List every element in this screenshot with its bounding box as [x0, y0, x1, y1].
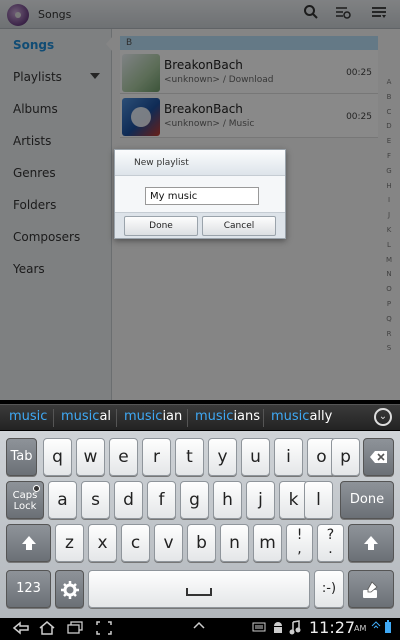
- keyboard: Tab q w e r t y u i o p Caps Lock a s d …: [0, 431, 400, 618]
- key-question-period[interactable]: ? .: [317, 524, 344, 562]
- battery-icon: [384, 620, 392, 637]
- suggestion-item[interactable]: musician: [124, 409, 182, 424]
- shift-arrow-icon: [364, 536, 378, 550]
- backspace-key[interactable]: [363, 438, 394, 476]
- key-d[interactable]: d: [114, 481, 143, 519]
- pen-icon: [363, 581, 378, 598]
- android-icon: [272, 620, 284, 637]
- key-w[interactable]: w: [76, 438, 105, 476]
- space-key[interactable]: [88, 570, 310, 608]
- key-u[interactable]: u: [241, 438, 270, 476]
- recent-apps-icon[interactable]: [66, 620, 84, 639]
- divider: [263, 409, 264, 427]
- shift-key-right[interactable]: [348, 524, 394, 562]
- system-navigation-bar: 11:27 AM: [0, 618, 400, 640]
- divider: [116, 409, 117, 427]
- cancel-button[interactable]: Cancel: [202, 216, 276, 236]
- key-z[interactable]: z: [55, 524, 84, 562]
- key-s[interactable]: s: [81, 481, 110, 519]
- key-y[interactable]: y: [208, 438, 237, 476]
- status-ampm: AM: [354, 624, 367, 633]
- dialog-title: New playlist: [134, 158, 189, 168]
- status-clock: 11:27: [309, 618, 356, 637]
- handwriting-key[interactable]: [348, 570, 394, 608]
- backspace-icon: [369, 451, 387, 463]
- key-l[interactable]: l: [304, 481, 333, 519]
- caps-lock-indicator: [33, 485, 40, 492]
- screenshot-icon[interactable]: [95, 620, 113, 639]
- music-app: Songs Songs Playlists Albums Artists Gen…: [0, 0, 400, 400]
- key-n[interactable]: n: [220, 524, 249, 562]
- key-p[interactable]: p: [331, 438, 360, 476]
- key-a[interactable]: a: [48, 481, 77, 519]
- key-f[interactable]: f: [147, 481, 176, 519]
- key-m[interactable]: m: [253, 524, 282, 562]
- space-bar-icon: [186, 588, 212, 596]
- key-r[interactable]: r: [142, 438, 171, 476]
- key-e[interactable]: e: [109, 438, 138, 476]
- key-i[interactable]: i: [274, 438, 303, 476]
- key-b[interactable]: b: [187, 524, 216, 562]
- settings-key[interactable]: [55, 570, 84, 608]
- done-key[interactable]: Done: [340, 481, 394, 519]
- key-exclaim-comma[interactable]: ! ,: [286, 524, 313, 562]
- key-j[interactable]: j: [246, 481, 275, 519]
- collapse-suggestions-icon[interactable]: ⌄: [374, 408, 392, 426]
- key-c[interactable]: c: [121, 524, 150, 562]
- key-t[interactable]: t: [175, 438, 204, 476]
- suggestion-item[interactable]: musical: [61, 409, 111, 424]
- key-x[interactable]: x: [88, 524, 117, 562]
- shift-key-left[interactable]: [6, 524, 51, 562]
- back-icon[interactable]: [12, 620, 32, 639]
- playlist-name-input[interactable]: [145, 187, 259, 205]
- key-g[interactable]: g: [180, 481, 209, 519]
- suggestion-bar: music musical musician musicians musical…: [0, 404, 400, 430]
- keyboard-status-icon: [252, 620, 266, 635]
- smiley-key[interactable]: :-): [314, 570, 344, 608]
- wifi-icon: [371, 620, 381, 637]
- chevron-up-icon[interactable]: [193, 620, 205, 634]
- suggestion-item[interactable]: musicians: [195, 409, 260, 424]
- symbols-key[interactable]: 123: [6, 570, 51, 608]
- shift-arrow-icon: [21, 536, 36, 550]
- key-q[interactable]: q: [43, 438, 72, 476]
- key-v[interactable]: v: [154, 524, 183, 562]
- music-note-icon: [289, 620, 301, 639]
- caps-lock-key[interactable]: Caps Lock: [6, 481, 44, 519]
- new-playlist-dialog: New playlist Done Cancel: [114, 149, 286, 239]
- done-button[interactable]: Done: [124, 216, 198, 236]
- divider: [53, 409, 54, 427]
- suggestion-item[interactable]: musically: [271, 409, 332, 424]
- dialog-button-bar: Done Cancel: [115, 212, 285, 238]
- home-icon[interactable]: [38, 620, 56, 639]
- dialog-header: New playlist: [115, 150, 285, 176]
- divider: [187, 409, 188, 427]
- caps-lock-label: Caps Lock: [12, 490, 38, 512]
- gear-icon: [60, 581, 79, 599]
- key-h[interactable]: h: [213, 481, 242, 519]
- suggestion-item[interactable]: music: [9, 409, 47, 424]
- tab-key[interactable]: Tab: [6, 438, 37, 476]
